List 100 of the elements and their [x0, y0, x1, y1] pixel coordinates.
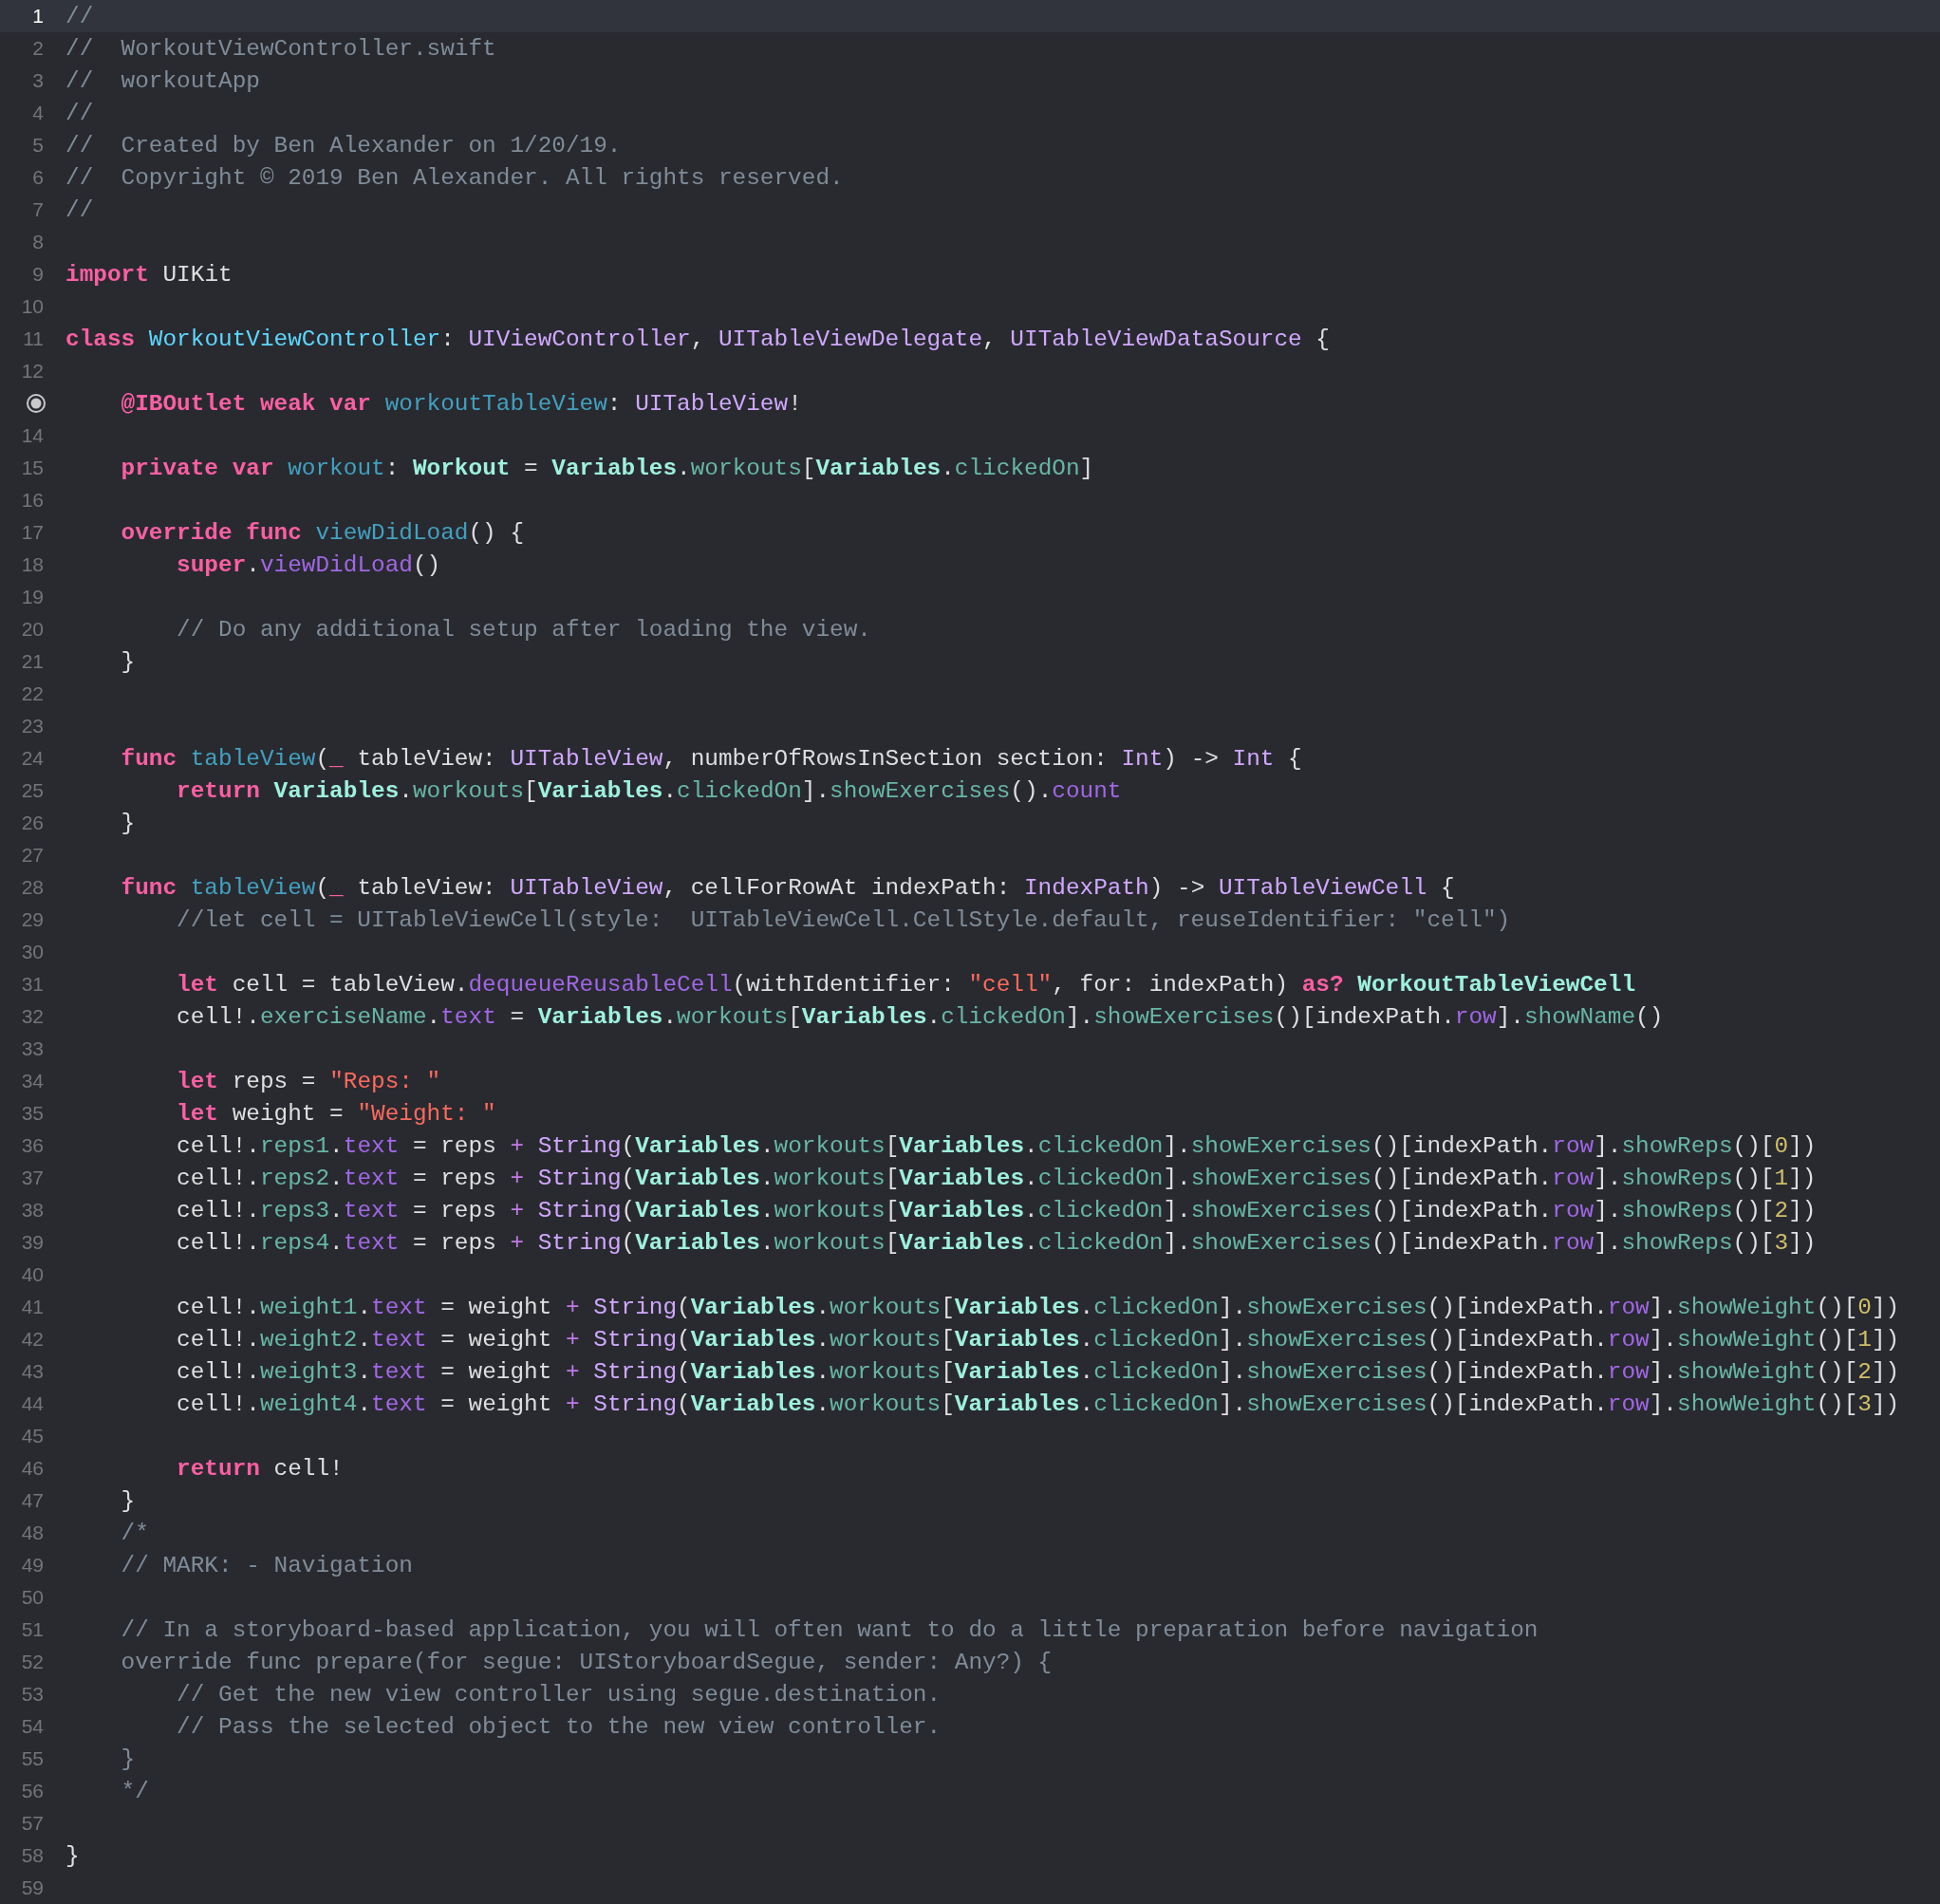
line-number: 33 — [21, 1037, 44, 1060]
line-number: 45 — [21, 1425, 44, 1447]
code-line: cell!.weight4.text = weight + String(Variables.workouts[Variables.clickedOn].showExercises()[indexPath.row].showWeight()[3]) — [176, 1391, 1900, 1417]
line-number: 22 — [21, 682, 44, 705]
line-number: 58 — [21, 1844, 44, 1867]
code-line: // Pass the selected object to the new view controller. — [176, 1713, 942, 1740]
code-line: cell!.weight3.text = weight + String(Variables.workouts[Variables.clickedOn].showExercises()[indexPath.row].showWeight()[2]) — [176, 1358, 1900, 1385]
code-line: */ — [120, 1778, 149, 1804]
code-line: super.viewDidLoad() — [176, 551, 441, 578]
code-line: // — [65, 100, 94, 126]
line-number: 39 — [21, 1231, 44, 1254]
line-number: 15 — [21, 457, 44, 479]
code-line: //let cell = UITableViewCell(style: UITableViewCell.CellStyle.default, reuseIdentifier: "cell") — [176, 906, 1511, 933]
code-line: cell!.reps4.text = reps + String(Variables.workouts[Variables.clickedOn].showExercises()[indexPath.row].showReps()[3]) — [176, 1229, 1817, 1256]
line-number: 54 — [21, 1715, 44, 1738]
line-number: 59 — [21, 1876, 44, 1899]
line-number: 43 — [21, 1360, 44, 1383]
code-line: cell!.exerciseName.text = Variables.workouts[Variables.clickedOn].showExercises()[indexPath.row].showName() — [176, 1003, 1664, 1030]
code-line: return Variables.workouts[Variables.clickedOn].showExercises().count — [176, 777, 1122, 804]
line-number: 17 — [21, 521, 44, 544]
line-number: 27 — [21, 844, 44, 867]
code-line: // MARK: - Navigation — [120, 1552, 413, 1578]
line-number: 25 — [21, 779, 44, 802]
line-number: 2 — [32, 37, 44, 60]
code-line: func tableView(_ tableView: UITableView, numberOfRowsInSection section: Int) -> Int { — [120, 745, 1302, 772]
code-line: // — [65, 3, 94, 29]
line-number: 8 — [32, 231, 44, 253]
line-number: 48 — [21, 1521, 44, 1544]
line-number: 12 — [21, 360, 44, 383]
line-number: 53 — [21, 1683, 44, 1706]
line-number: 37 — [21, 1167, 44, 1189]
line-number: 35 — [21, 1102, 44, 1125]
line-number: 51 — [21, 1618, 44, 1641]
code-line: cell!.weight1.text = weight + String(Variables.workouts[Variables.clickedOn].showExercises()[indexPath.row].showWeight()[0]) — [176, 1294, 1900, 1320]
line-number: 47 — [21, 1489, 44, 1512]
line-number: 19 — [21, 586, 44, 608]
line-number: 1 — [32, 5, 44, 28]
line-number: 44 — [21, 1392, 44, 1415]
line-number: 30 — [21, 941, 44, 963]
code-line: @IBOutlet weak var workoutTableView: UITableView! — [120, 390, 802, 417]
line-number: 10 — [21, 295, 44, 318]
code-line: } — [120, 810, 136, 836]
circle-dot-icon[interactable] — [26, 393, 47, 414]
code-line: cell!.reps1.text = reps + String(Variables.workouts[Variables.clickedOn].showExercises()[indexPath.row].showReps()[0]) — [176, 1132, 1817, 1159]
code-line: // Copyright © 2019 Ben Alexander. All rights reserved. — [65, 164, 844, 191]
code-line: private var workout: Workout = Variables.workouts[Variables.clickedOn] — [120, 455, 1094, 481]
line-number: 38 — [21, 1199, 44, 1222]
line-number: 21 — [21, 650, 44, 673]
line-number: 36 — [21, 1134, 44, 1157]
line-number: 55 — [21, 1747, 44, 1770]
code-line: // Do any additional setup after loading the view. — [176, 616, 871, 643]
line-number: 49 — [21, 1554, 44, 1577]
line-number: 14 — [21, 424, 44, 447]
code-line: } — [120, 648, 136, 675]
code-line: } — [120, 1745, 136, 1772]
line-number: 6 — [32, 166, 44, 189]
code-line: import UIKit — [65, 261, 233, 288]
line-number: 20 — [21, 618, 44, 641]
line-number: 41 — [21, 1296, 44, 1318]
line-number: 46 — [21, 1457, 44, 1480]
line-number: 9 — [32, 263, 44, 286]
line-number: 4 — [32, 102, 44, 124]
code-line: } — [120, 1487, 136, 1514]
line-number: 7 — [32, 198, 44, 221]
code-line: return cell! — [176, 1455, 344, 1482]
line-number: 32 — [21, 1005, 44, 1028]
code-line: /* — [120, 1520, 149, 1546]
line-number: 3 — [32, 69, 44, 92]
line-number: 18 — [21, 553, 44, 576]
line-number: 56 — [21, 1780, 44, 1802]
line-number: 34 — [21, 1070, 44, 1092]
line-number: 31 — [21, 973, 44, 996]
code-line: // Get the new view controller using segue.destination. — [176, 1681, 942, 1708]
line-number: 23 — [21, 715, 44, 737]
code-line: // workoutApp — [65, 67, 260, 94]
line-number: 57 — [21, 1812, 44, 1835]
code-line: // Created by Ben Alexander on 1/20/19. — [65, 132, 622, 159]
line-number: 40 — [21, 1263, 44, 1286]
code-line: let cell = tableView.dequeueReusableCell(withIdentifier: "cell", for: indexPath) as? WorkoutTableViewCell — [176, 971, 1636, 998]
code-line: // — [65, 196, 94, 223]
line-number: 24 — [21, 747, 44, 770]
line-number: 28 — [21, 876, 44, 899]
line-number: 26 — [21, 812, 44, 834]
line-number: 50 — [21, 1586, 44, 1609]
code-line: class WorkoutViewController: UIViewController, UITableViewDelegate, UITableViewDataSource { — [65, 326, 1330, 352]
code-line: // In a storyboard-based application, you will often want to do a little preparation before navigation — [120, 1616, 1539, 1643]
code-line: cell!.reps3.text = reps + String(Variables.workouts[Variables.clickedOn].showExercises()[indexPath.row].showReps()[2]) — [176, 1197, 1817, 1223]
code-line: override func prepare(for segue: UIStoryboardSegue, sender: Any?) { — [120, 1649, 1053, 1675]
line-number: 42 — [21, 1328, 44, 1351]
code-line: cell!.weight2.text = weight + String(Variables.workouts[Variables.clickedOn].showExercises()[indexPath.row].showWeight()[1]) — [176, 1326, 1900, 1353]
line-number: 52 — [21, 1651, 44, 1673]
code-line: cell!.reps2.text = reps + String(Variables.workouts[Variables.clickedOn].showExercises()[indexPath.row].showReps()[1]) — [176, 1165, 1817, 1191]
line-number: 11 — [23, 327, 44, 350]
code-line: let reps = "Reps: " — [176, 1068, 441, 1094]
line-number: 29 — [21, 908, 44, 931]
line-number: 5 — [32, 134, 44, 157]
code-line: // WorkoutViewController.swift — [65, 35, 496, 62]
line-number: 16 — [21, 489, 44, 512]
code-line: override func viewDidLoad() { — [120, 519, 525, 546]
code-line: func tableView(_ tableView: UITableView, cellForRowAt indexPath: IndexPath) -> UITableViewCell { — [120, 874, 1455, 901]
